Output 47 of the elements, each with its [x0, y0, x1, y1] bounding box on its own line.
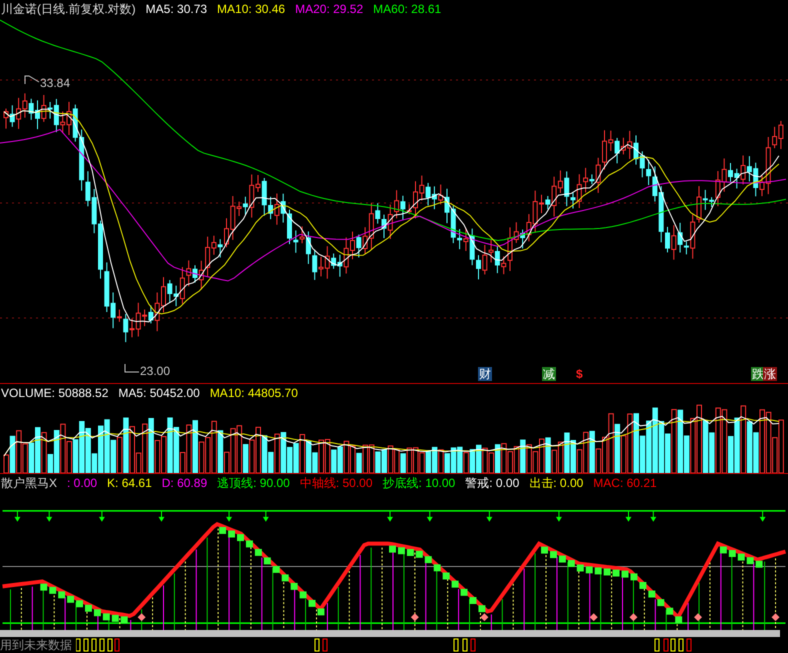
indicator-title: 散户黑马X [1, 474, 58, 491]
legend-value: VOLUME: 50888.52 [1, 385, 108, 401]
legend-value: 出击: 0.00 [529, 474, 584, 491]
down-arrow-icon [226, 510, 232, 522]
legend-value: MA5: 50452.00 [118, 385, 200, 401]
legend-value: MA10: 44805.70 [210, 385, 298, 401]
legend-value: 抄底线: 10.00 [382, 474, 456, 491]
legend-value: D: 60.89 [162, 474, 208, 491]
down-arrow-icon [556, 510, 562, 522]
down-arrow-icon [158, 510, 164, 522]
legend-value: MA60: 28.61 [373, 1, 442, 17]
down-arrow-icon [262, 510, 269, 522]
legend-value: 警戒: 0.00 [465, 474, 520, 491]
diamond-marker [694, 613, 702, 622]
diamond-marker [772, 613, 780, 622]
down-arrow-icon [14, 510, 20, 522]
legend-value: 中轴线: 50.00 [300, 474, 373, 491]
future-data-label: 用到未来数据 [0, 638, 73, 652]
down-arrow-icon [98, 510, 105, 522]
signal-badge: 减 [542, 367, 556, 381]
diamond-marker [629, 613, 638, 622]
down-arrow-icon [387, 510, 393, 522]
legend-value: K: 64.61 [107, 474, 152, 491]
legend-value: MA5: 30.73 [146, 1, 208, 17]
leader-line [124, 363, 140, 373]
down-arrow-icon [486, 510, 492, 522]
diamond-marker [410, 613, 419, 622]
signal-badge: 财 [478, 367, 492, 381]
down-arrow-icon [626, 510, 632, 522]
legend-value: 逃顶线: 90.00 [217, 474, 290, 491]
high-price-label: 33.84 [40, 76, 70, 90]
diamond-marker [590, 613, 598, 622]
signal-mark: $ [575, 367, 584, 381]
diamond-marker [480, 613, 488, 622]
legend-value: : 0.00 [67, 474, 98, 491]
legend-value: MA10: 30.46 [217, 1, 286, 17]
leader-line [24, 75, 40, 85]
diamond-marker [138, 613, 146, 622]
legend-value: MAC: 60.21 [593, 474, 657, 491]
down-arrow-icon [760, 510, 766, 522]
low-price-label: 23.00 [140, 364, 170, 378]
down-arrow-icon [650, 510, 656, 522]
down-arrow-icon [46, 510, 52, 522]
signal-badge: 涨 [763, 367, 777, 381]
stock-title: 川金诺(日线.前复权.对数) [1, 1, 136, 17]
legend-value: MA20: 29.52 [295, 1, 364, 17]
down-arrow-icon [426, 510, 433, 522]
